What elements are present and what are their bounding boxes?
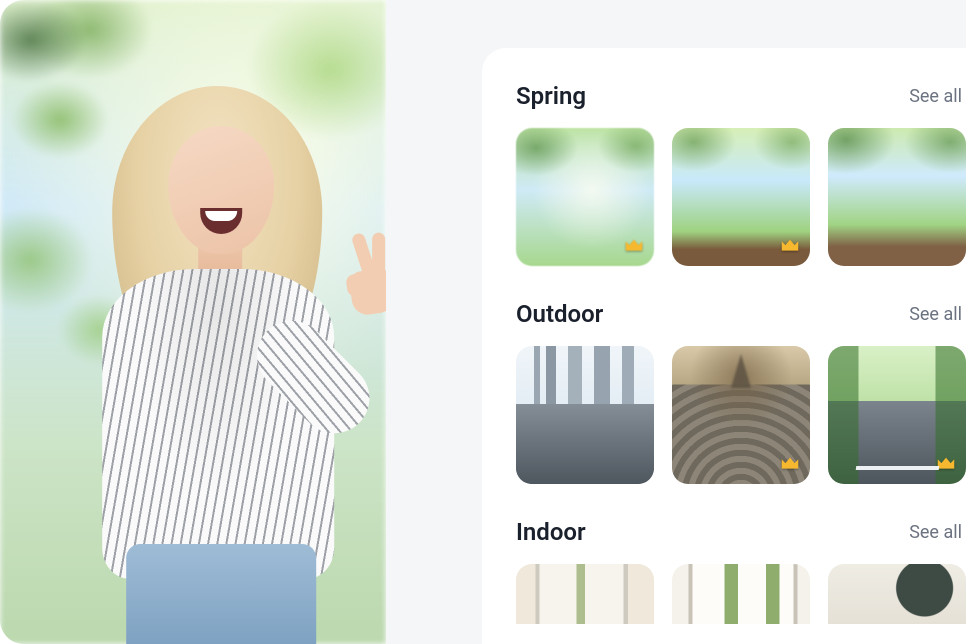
crown-icon bbox=[620, 450, 648, 478]
crown-icon bbox=[776, 450, 804, 478]
backgrounds-panel: Spring See all Outdoor bbox=[386, 0, 966, 644]
section-title: Indoor bbox=[516, 518, 586, 546]
see-all-link[interactable]: See all bbox=[909, 304, 962, 325]
bg-thumb-spring-2[interactable] bbox=[672, 128, 810, 266]
see-all-link[interactable]: See all bbox=[909, 522, 962, 543]
bg-thumb-indoor-3[interactable] bbox=[828, 564, 966, 624]
bg-thumb-outdoor-1[interactable] bbox=[516, 346, 654, 484]
bg-thumb-spring-1[interactable] bbox=[516, 128, 654, 266]
section-title: Spring bbox=[516, 82, 586, 110]
section-outdoor: Outdoor See all bbox=[516, 300, 966, 484]
bg-thumb-outdoor-2[interactable] bbox=[672, 346, 810, 484]
backgrounds-card: Spring See all Outdoor bbox=[482, 48, 966, 644]
crown-icon bbox=[620, 232, 648, 260]
bg-thumb-indoor-2[interactable] bbox=[672, 564, 810, 624]
section-spring: Spring See all bbox=[516, 82, 966, 266]
crown-icon bbox=[776, 232, 804, 260]
see-all-link[interactable]: See all bbox=[909, 86, 962, 107]
subject-person bbox=[50, 44, 386, 644]
preview-panel bbox=[0, 0, 386, 644]
section-title: Outdoor bbox=[516, 300, 603, 328]
crown-icon bbox=[932, 450, 960, 478]
bg-thumb-outdoor-3[interactable] bbox=[828, 346, 966, 484]
bg-thumb-spring-3[interactable] bbox=[828, 128, 966, 266]
section-indoor: Indoor See all bbox=[516, 518, 966, 624]
bg-thumb-indoor-1[interactable] bbox=[516, 564, 654, 624]
